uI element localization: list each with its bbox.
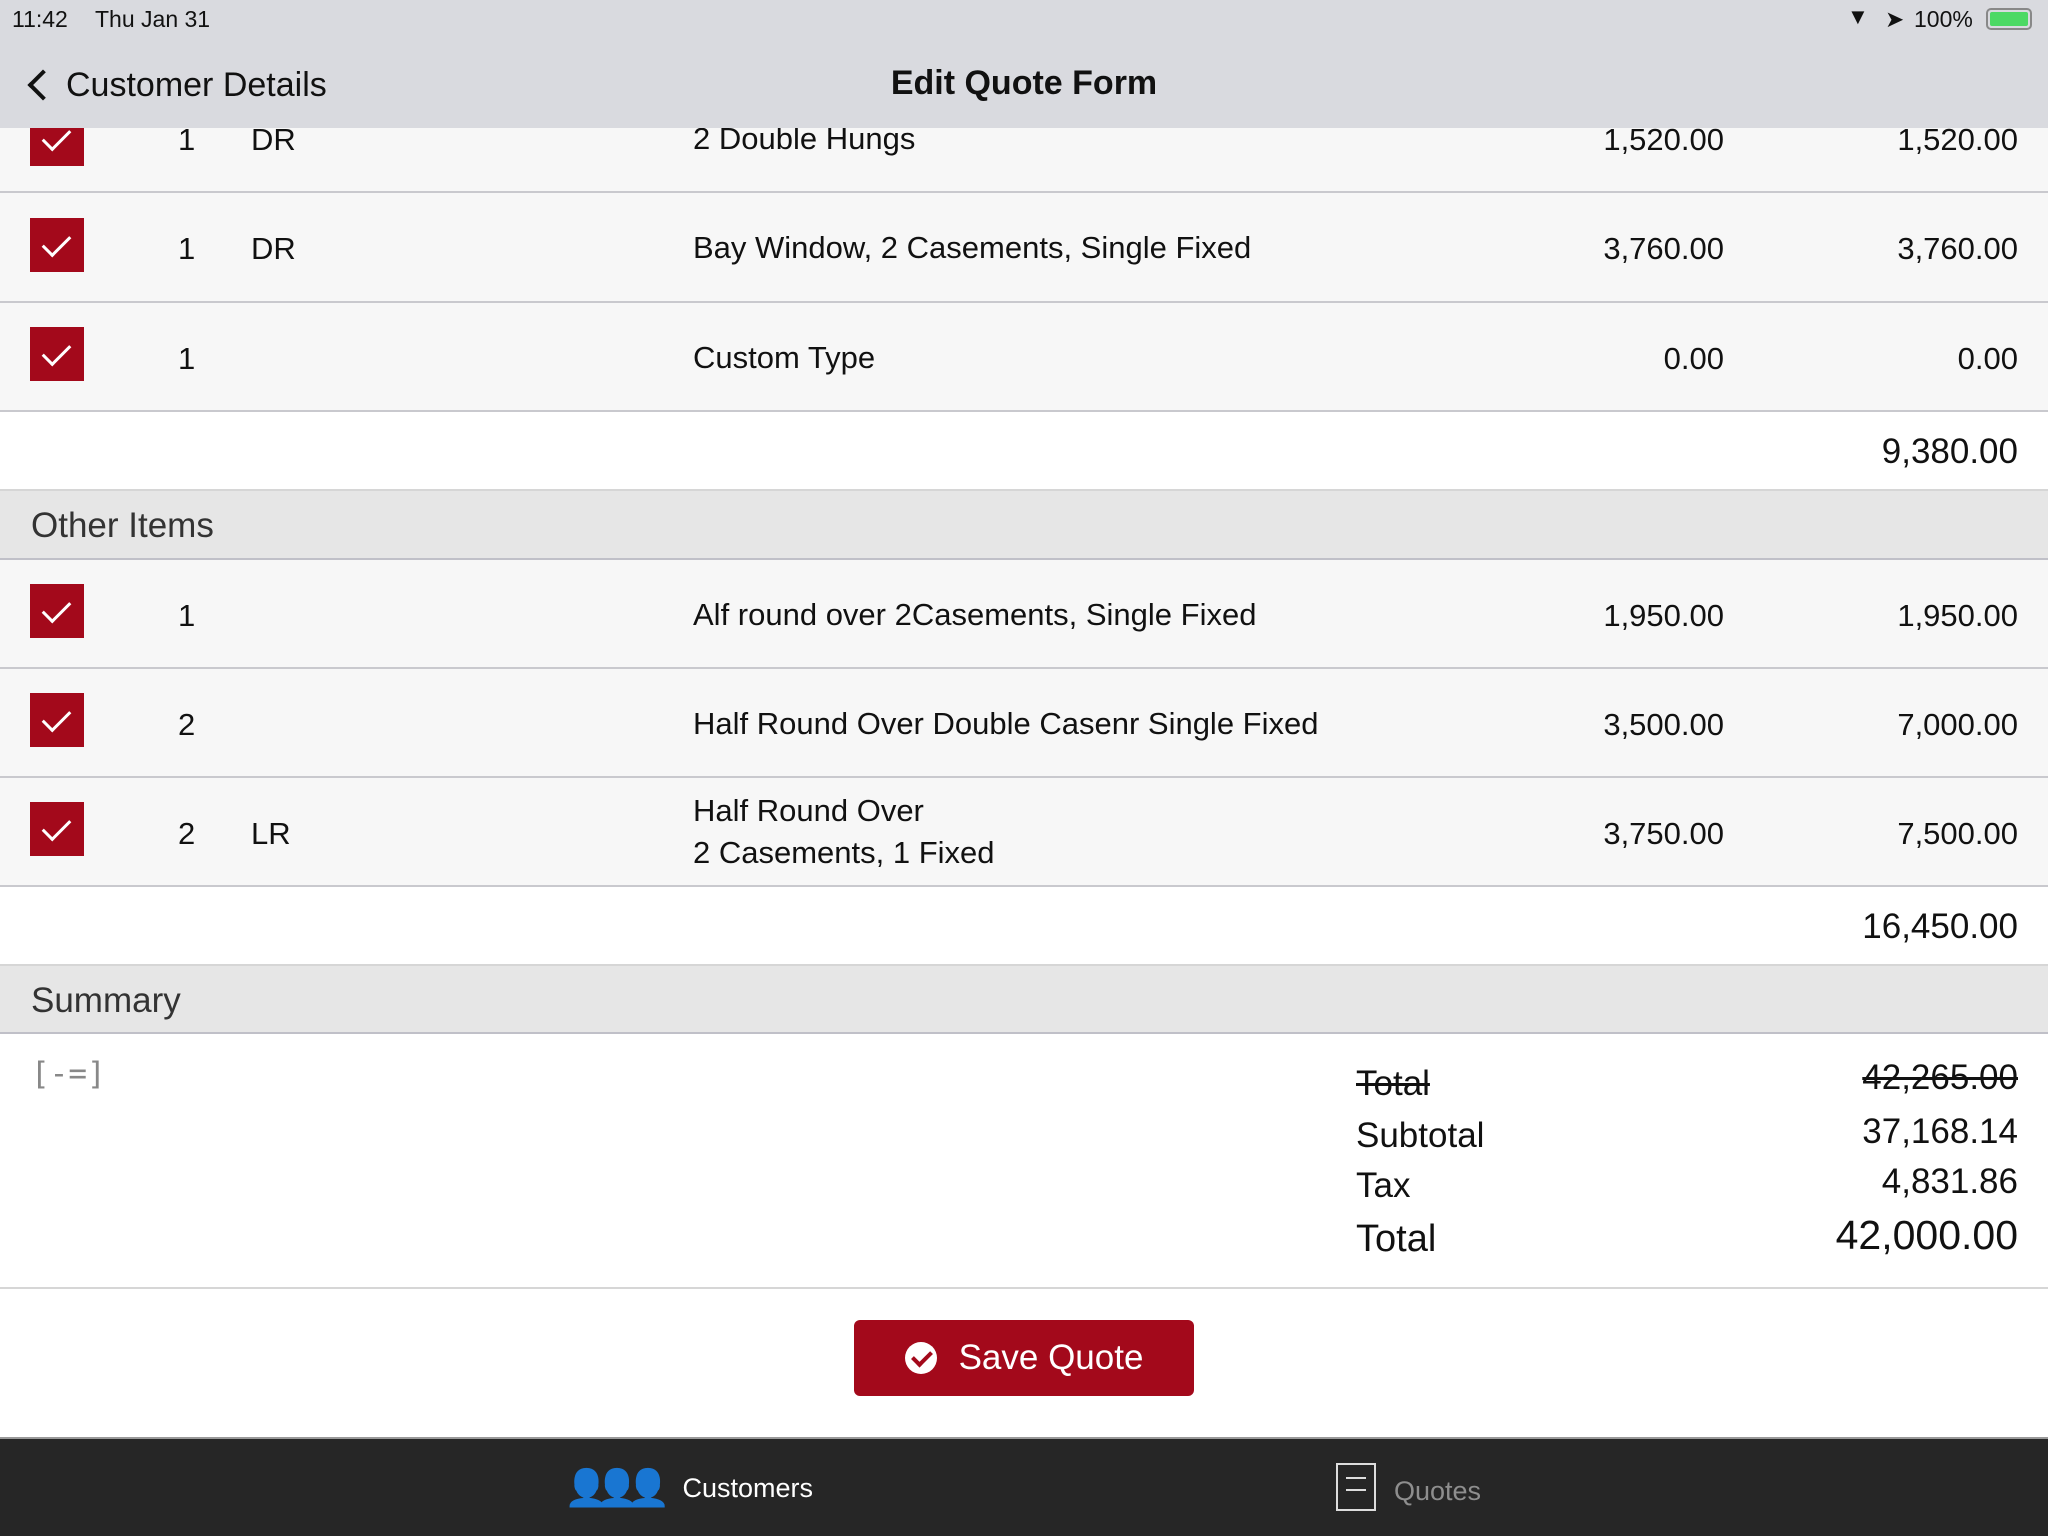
section-subtotal: 9,380.00 (0, 412, 2048, 491)
save-quote-button[interactable]: Save Quote (854, 1320, 1194, 1396)
tab-bar: 👤👤👤 Customers Quotes (0, 1437, 2048, 1536)
tab-label: Customers (682, 1472, 814, 1503)
customers-icon: 👤👤👤 (564, 1467, 671, 1508)
row-price: 3,500.00 (1603, 707, 1724, 742)
row-qty: 1 (178, 231, 196, 266)
navigation-header: 11:42 Thu Jan 31 ▼ ➤ 100% Customer Detai… (0, 0, 2048, 128)
original-total-value: 42,265.00 (1862, 1058, 2018, 1097)
check-circle-icon (904, 1342, 937, 1374)
row-price: 3,750.00 (1603, 816, 1724, 851)
row-checkbox[interactable] (30, 327, 84, 381)
page-title: Edit Quote Form (890, 64, 1158, 102)
row-checkbox[interactable] (30, 218, 84, 272)
save-label: Save Quote (958, 1338, 1144, 1377)
row-price: 3,760.00 (1603, 231, 1724, 266)
section-title: Other Items (31, 506, 214, 545)
section-subtotal: 16,450.00 (0, 887, 2048, 966)
row-total: 0.00 (1957, 341, 2018, 376)
subtotal-value: 9,380.00 (1881, 432, 2018, 471)
wifi-icon: ▼ (1847, 4, 1869, 29)
battery-percent: 100% (1914, 6, 1973, 32)
section-title: Summary (31, 981, 181, 1020)
row-desc: Bay Window, 2 Casements, Single Fixed (693, 230, 1252, 265)
row-total: 7,000.00 (1897, 707, 2018, 742)
row-code: DR (251, 231, 296, 266)
row-qty: 1 (178, 598, 196, 633)
section-header-other-items: Other Items (0, 491, 2048, 560)
row-desc: Half Round Over Double Casenr Single Fix… (693, 706, 1319, 741)
row-total: 7,500.00 (1897, 816, 2018, 851)
original-total-label: Total (1356, 1064, 1430, 1103)
battery-icon (1986, 8, 2032, 30)
table-row: 1 Alf round over 2Casements, Single Fixe… (0, 560, 2048, 669)
row-total: 3,760.00 (1897, 231, 2018, 266)
table-row: 2 LR Half Round Over 2 Casements, 1 Fixed… (0, 778, 2048, 887)
location-icon: ➤ (1885, 6, 1905, 32)
row-qty: 2 (178, 816, 196, 851)
subtotal-value: 37,168.14 (1862, 1112, 2018, 1151)
row-desc: Custom Type (693, 340, 876, 375)
total-value: 42,000.00 (1835, 1212, 2018, 1258)
table-row: 2 Half Round Over Double Casenr Single F… (0, 669, 2048, 778)
tab-quotes[interactable]: Quotes (1336, 1463, 1482, 1515)
tax-value: 4,831.86 (1881, 1162, 2018, 1201)
row-total: 1,950.00 (1897, 598, 2018, 633)
total-label: Total (1356, 1218, 1437, 1260)
status-date: Thu Jan 31 (95, 6, 211, 32)
summary-panel: [-=] Total 42,265.00 Subtotal 37,168.14 … (0, 1034, 2048, 1289)
row-qty: 2 (178, 707, 196, 742)
row-desc-line1: Half Round Over (693, 793, 924, 828)
document-icon (1336, 1463, 1376, 1511)
section-header-summary: Summary (0, 966, 2048, 1034)
row-price: 1,950.00 (1603, 598, 1724, 633)
collapse-toggle[interactable]: [-=] (31, 1056, 106, 1092)
tab-customers[interactable]: 👤👤👤 Customers (564, 1467, 813, 1509)
row-code: LR (251, 816, 291, 851)
table-row: 1 DR Bay Window, 2 Casements, Single Fix… (0, 193, 2048, 303)
table-row: 1 Custom Type 0.00 0.00 (0, 303, 2048, 412)
row-desc: Alf round over 2Casements, Single Fixed (693, 597, 1257, 632)
row-checkbox[interactable] (30, 584, 84, 638)
row-desc: Half Round Over 2 Casements, 1 Fixed (693, 790, 995, 874)
status-time: 11:42 (12, 6, 68, 32)
tab-label: Quotes (1394, 1475, 1482, 1506)
subtotal-label: Subtotal (1356, 1116, 1485, 1155)
row-qty: 1 (178, 341, 196, 376)
subtotal-value: 16,450.00 (1862, 907, 2018, 946)
row-checkbox[interactable] (30, 693, 84, 747)
row-desc-line2: 2 Casements, 1 Fixed (693, 835, 995, 870)
tax-label: Tax (1356, 1166, 1411, 1205)
row-checkbox[interactable] (30, 802, 84, 856)
row-price: 0.00 (1663, 341, 1724, 376)
